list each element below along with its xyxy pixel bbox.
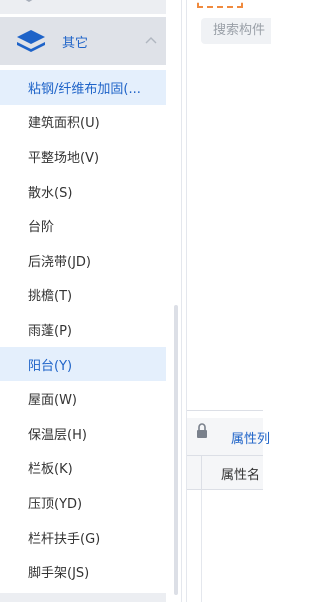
tree-item[interactable]: 脚手架(JS) xyxy=(0,554,166,589)
drop-zone-outline xyxy=(197,0,243,8)
search-input[interactable]: 搜索构件 xyxy=(201,18,271,44)
group-icon xyxy=(25,0,33,2)
chevron-up-icon[interactable] xyxy=(144,34,158,48)
tree-item[interactable]: 粘钢/纤维布加固(... xyxy=(0,70,166,105)
tree-item-list: 粘钢/纤维布加固(... 建筑面积(U) 平整场地(V) 散水(S) 台阶 后浇带(JD)… xyxy=(0,70,166,589)
tree-item[interactable]: 平整场地(V) xyxy=(0,139,166,174)
tree-item[interactable]: 台阶 xyxy=(0,208,166,243)
next-group-header[interactable] xyxy=(0,593,166,602)
property-header: 属性列 xyxy=(187,418,270,456)
component-tree-panel: 其它 粘钢/纤维布加固(... 建筑面积(U) 平整场地(V) 散水(S) 台阶 后浇带(… xyxy=(0,0,182,602)
lock-icon[interactable] xyxy=(195,422,209,440)
tab-properties[interactable]: 属性列 xyxy=(231,428,270,447)
component-detail-panel: 搜索构件 属性列 属性名 xyxy=(186,0,271,602)
tree-item[interactable]: 屋面(W) xyxy=(0,381,166,416)
previous-group-header[interactable] xyxy=(0,0,166,14)
tree-item[interactable]: 建筑面积(U) xyxy=(0,105,166,140)
tree-item[interactable]: 栏杆扶手(G) xyxy=(0,520,166,555)
tree-item[interactable]: 挑檐(T) xyxy=(0,278,166,313)
property-table-gridline xyxy=(201,490,202,602)
panel-divider xyxy=(187,410,263,411)
tree-group-label: 其它 xyxy=(62,36,89,51)
scrollbar-thumb[interactable] xyxy=(174,305,178,595)
tree-item[interactable]: 保温层(H) xyxy=(0,416,166,451)
tree-item[interactable]: 栏板(K) xyxy=(0,451,166,486)
column-separator xyxy=(201,456,202,490)
column-header-property-name: 属性名 xyxy=(221,468,261,483)
tree-group-other[interactable]: 其它 xyxy=(0,17,166,65)
tree-item[interactable]: 散水(S) xyxy=(0,174,166,209)
tree-item[interactable]: 压顶(YD) xyxy=(0,485,166,520)
tree-item[interactable]: 雨蓬(P) xyxy=(0,312,166,347)
tree-item[interactable]: 后浇带(JD) xyxy=(0,243,166,278)
layers-icon xyxy=(17,30,45,52)
property-table-header: 属性名 xyxy=(187,456,263,490)
tree-item[interactable]: 阳台(Y) xyxy=(0,346,166,382)
